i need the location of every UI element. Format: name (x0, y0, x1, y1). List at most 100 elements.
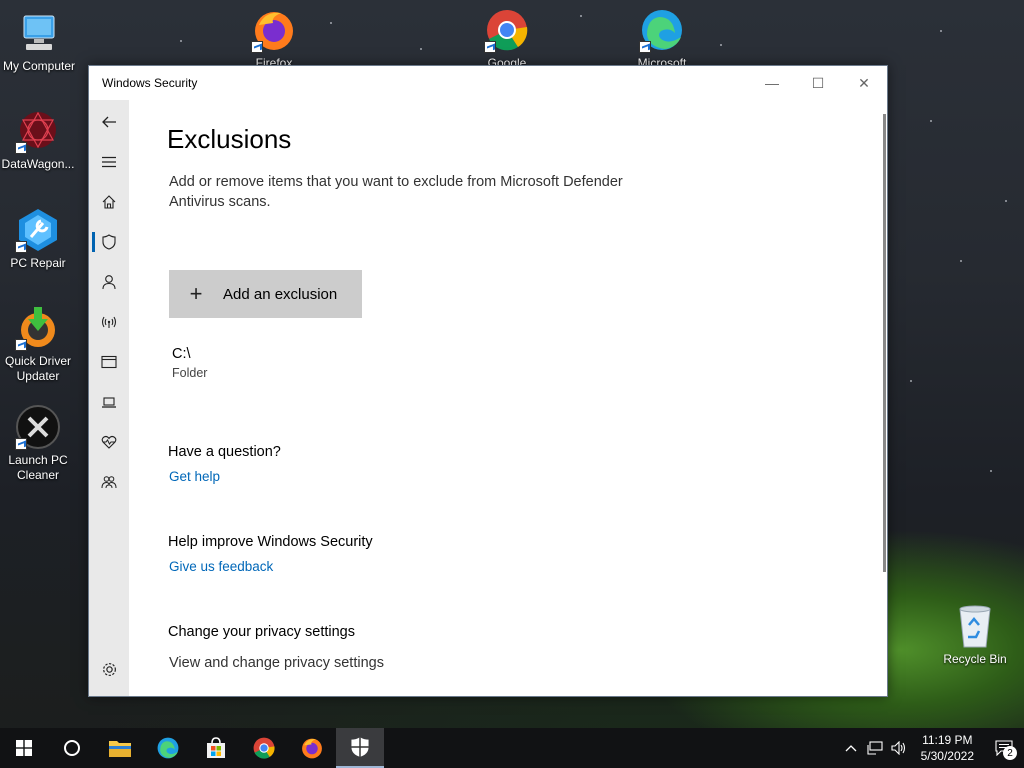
desktop-icon-label: DataWagon... (1, 157, 75, 171)
gear-icon (102, 662, 116, 676)
taskbar-file-explorer[interactable] (96, 728, 144, 768)
taskbar: 11:19 PM 5/30/2022 2 (0, 728, 1024, 768)
taskbar-edge[interactable] (144, 728, 192, 768)
privacy-section: Change your privacy settings View and ch… (168, 624, 867, 671)
improve-heading: Help improve Windows Security (168, 534, 373, 550)
firefox-icon (251, 7, 297, 53)
exclusion-path: C:\ (172, 346, 191, 362)
chrome-icon (253, 737, 275, 759)
browser-window-icon (101, 355, 117, 369)
search-button[interactable] (48, 728, 96, 768)
privacy-heading: Change your privacy settings (168, 624, 355, 640)
close-button[interactable]: ✕ (841, 66, 887, 100)
improve-section: Help improve Windows Security Give us fe… (168, 534, 867, 574)
heart-pulse-icon (101, 435, 117, 449)
desktop-icon-label: My Computer (2, 59, 76, 73)
sidebar-item-app-browser-control[interactable] (89, 342, 129, 382)
settings-button[interactable] (89, 654, 129, 684)
network-icon (867, 741, 883, 755)
volume-button[interactable] (887, 741, 911, 755)
menu-button[interactable] (89, 142, 129, 182)
title-bar[interactable]: Windows Security — ☐ ✕ (89, 66, 887, 100)
sidebar-item-home[interactable] (89, 182, 129, 222)
windows-logo-icon (16, 740, 32, 756)
store-icon (207, 737, 225, 758)
question-section: Have a question? Get help (168, 444, 867, 484)
driver-updater-icon (15, 305, 61, 351)
notification-count-badge: 2 (1003, 746, 1017, 760)
datawagon-icon (15, 108, 61, 154)
exclusion-type: Folder (172, 366, 208, 380)
taskbar-chrome[interactable] (240, 728, 288, 768)
wireless-icon (101, 316, 117, 328)
family-icon (101, 476, 117, 489)
clock[interactable]: 11:19 PM 5/30/2022 (911, 732, 984, 764)
system-tray: 11:19 PM 5/30/2022 2 (839, 728, 1024, 768)
taskbar-store[interactable] (192, 728, 240, 768)
exclusion-item[interactable]: C:\ Folder (172, 346, 867, 380)
hamburger-icon (102, 156, 116, 168)
laptop-icon (102, 397, 116, 408)
minimize-button[interactable]: — (749, 66, 795, 100)
edge-icon (157, 737, 179, 759)
desktop-icon-label: Quick Driver Updater (4, 354, 71, 383)
maximize-button[interactable]: ☐ (795, 66, 841, 100)
taskbar-windows-security[interactable] (336, 728, 384, 768)
add-exclusion-label: Add an exclusion (223, 285, 338, 303)
privacy-settings-link[interactable]: View and change privacy settings (169, 655, 867, 671)
question-heading: Have a question? (168, 444, 281, 460)
firefox-icon (302, 738, 322, 759)
shield-icon (102, 234, 116, 250)
recycle-bin-icon (952, 603, 998, 649)
desktop-icon-my-computer[interactable]: My Computer (1, 10, 77, 74)
home-icon (102, 195, 116, 209)
show-hidden-icons-button[interactable] (839, 744, 863, 752)
person-icon (102, 275, 116, 290)
back-arrow-icon (102, 116, 116, 128)
get-help-link[interactable]: Get help (169, 469, 867, 484)
page-description: Add or remove items that you want to exc… (169, 174, 623, 210)
sidebar-item-device-security[interactable] (89, 382, 129, 422)
feedback-link[interactable]: Give us feedback (169, 559, 867, 574)
desktop-icon-launch-pc-cleaner[interactable]: Launch PC Cleaner (0, 404, 76, 483)
cortana-circle-icon (64, 740, 80, 756)
clock-time: 11:19 PM (922, 733, 973, 747)
page-title: Exclusions (167, 124, 292, 154)
desktop-icon-firefox[interactable]: Firefox (236, 7, 312, 71)
back-button[interactable] (89, 102, 129, 142)
main-content: Exclusions Add or remove items that you … (167, 100, 867, 696)
speaker-icon (891, 741, 905, 755)
desktop-icon-microsoft-edge[interactable]: Microsoft (624, 7, 700, 71)
scrollbar[interactable] (883, 114, 886, 572)
chevron-up-icon (845, 745, 857, 752)
windows-security-window: Windows Security — ☐ ✕ Exclusions Add or… (88, 65, 888, 697)
action-center-button[interactable]: 2 (984, 728, 1024, 768)
sidebar-item-account-protection[interactable] (89, 262, 129, 302)
add-exclusion-button[interactable]: + Add an exclusion (169, 270, 362, 318)
desktop-icon-label: Launch PC Cleaner (8, 453, 68, 482)
desktop-icon-label: PC Repair (10, 256, 66, 270)
sidebar-item-virus-protection[interactable] (89, 222, 129, 262)
sidebar-item-firewall[interactable] (89, 302, 129, 342)
shield-icon (351, 737, 369, 757)
pc-repair-icon (15, 207, 61, 253)
desktop-icon-quick-driver-updater[interactable]: Quick Driver Updater (0, 305, 76, 384)
desktop-icon-google-chrome[interactable]: Google (469, 7, 545, 71)
sidebar-item-device-performance[interactable] (89, 422, 129, 462)
desktop-icon-datawagon[interactable]: DataWagon... (0, 108, 76, 172)
plus-icon: + (189, 281, 203, 306)
sidebar (89, 100, 129, 696)
desktop-icon-pc-repair[interactable]: PC Repair (0, 207, 76, 271)
desktop-icon-label: Recycle Bin (943, 652, 1007, 666)
taskbar-firefox[interactable] (288, 728, 336, 768)
edge-icon (639, 7, 685, 53)
sidebar-item-family-options[interactable] (89, 462, 129, 502)
desktop-icon-recycle-bin[interactable]: Recycle Bin (937, 603, 1013, 667)
start-button[interactable] (0, 728, 48, 768)
network-button[interactable] (863, 741, 887, 755)
chrome-icon (484, 7, 530, 53)
folder-icon (109, 741, 131, 757)
window-title: Windows Security (102, 76, 198, 90)
computer-icon (16, 10, 62, 56)
clock-date: 5/30/2022 (920, 749, 974, 763)
